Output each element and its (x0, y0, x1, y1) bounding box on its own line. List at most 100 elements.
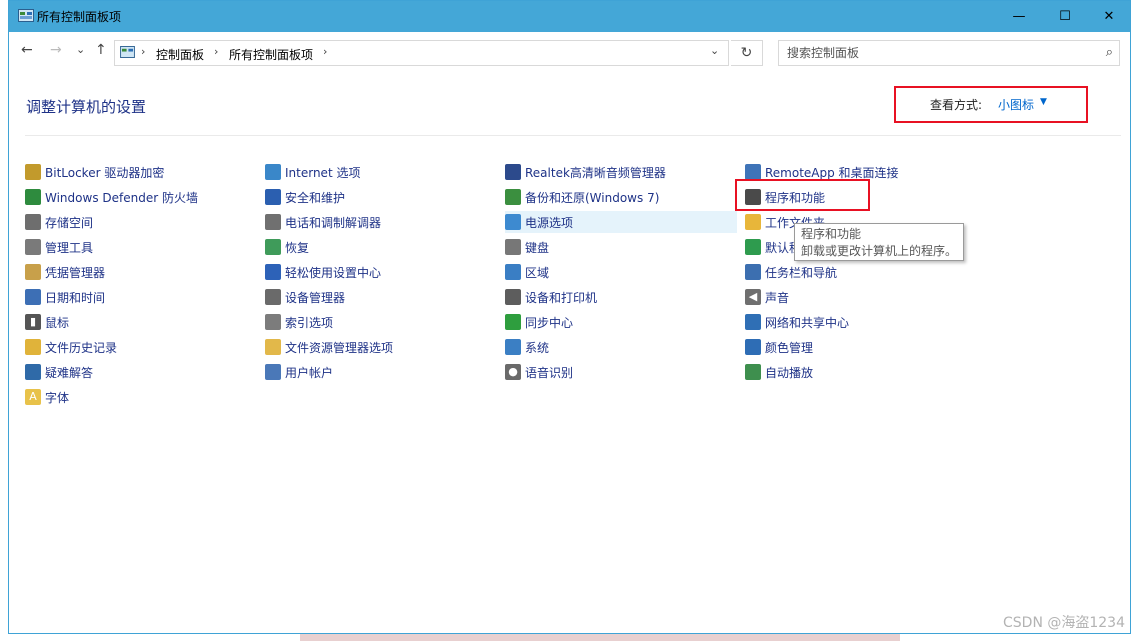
tooltip-description: 卸载或更改计算机上的程序。 (801, 244, 958, 258)
admin-tools-icon (25, 239, 41, 255)
cp-item-recovery[interactable]: 恢复 (265, 236, 309, 258)
refresh-icon: ↻ (740, 45, 753, 61)
cp-item-printer[interactable]: 设备和打印机 (505, 286, 597, 308)
cp-item-internet[interactable]: Internet 选项 (265, 161, 360, 183)
color-management-icon (745, 339, 761, 355)
file-history-icon (25, 339, 41, 355)
cp-item-taskbar[interactable]: 任务栏和导航 (745, 261, 837, 283)
tooltip: 程序和功能 卸载或更改计算机上的程序。 (794, 223, 964, 261)
cp-item-index[interactable]: 索引选项 (265, 311, 333, 333)
window-title: 所有控制面板项 (37, 10, 122, 24)
forward-button[interactable]: → (50, 42, 62, 58)
breadcrumb-separator[interactable]: › (214, 45, 218, 58)
cp-item-audio-manager[interactable]: Realtek高清晰音频管理器 (505, 161, 666, 183)
cp-item-label: Internet 选项 (285, 165, 361, 180)
maximize-button[interactable]: ☐ (1042, 1, 1088, 32)
close-button[interactable]: ✕ (1086, 1, 1132, 32)
cp-item-label: 索引选项 (285, 315, 334, 330)
cp-item-troubleshoot[interactable]: 疑难解答 (25, 361, 93, 383)
users-icon (265, 364, 281, 380)
control-panel-icon (18, 9, 34, 22)
back-button[interactable]: ← (21, 42, 33, 58)
up-button[interactable]: ↑ (95, 42, 107, 58)
cp-item-key-drive[interactable]: BitLocker 驱动器加密 (25, 161, 164, 183)
internet-icon (265, 164, 281, 180)
page-title: 调整计算机的设置 (26, 98, 147, 116)
phone-icon (265, 214, 281, 230)
divider (25, 135, 1121, 136)
system-icon (505, 339, 521, 355)
cp-item-device-manager[interactable]: 设备管理器 (265, 286, 345, 308)
cp-item-label: 区域 (525, 265, 550, 280)
cp-item-label: 设备管理器 (285, 290, 346, 305)
cp-item-system[interactable]: 系统 (505, 336, 549, 358)
minimize-button[interactable]: — (996, 1, 1042, 32)
search-box[interactable]: ⌕ (778, 40, 1120, 66)
refresh-button[interactable]: ↻ (731, 40, 763, 66)
cp-item-color-management[interactable]: 颜色管理 (745, 336, 813, 358)
cp-item-speaker[interactable]: ◀ 声音 (745, 286, 789, 308)
cp-item-label: BitLocker 驱动器加密 (45, 165, 165, 180)
cp-item-font[interactable]: A 字体 (25, 386, 69, 408)
cp-item-autoplay[interactable]: 自动播放 (745, 361, 813, 383)
cp-item-flag[interactable]: 安全和维护 (265, 186, 345, 208)
cp-item-label: 同步中心 (525, 315, 574, 330)
cp-item-keyboard[interactable]: 键盘 (505, 236, 549, 258)
recovery-icon (265, 239, 281, 255)
title-bar[interactable]: 所有控制面板项 — ☐ ✕ (9, 1, 1130, 32)
cp-item-file-history[interactable]: 文件历史记录 (25, 336, 117, 358)
flag-icon (265, 189, 281, 205)
cp-item-credential[interactable]: 凭据管理器 (25, 261, 105, 283)
cp-item-mouse[interactable]: ▮ 鼠标 (25, 311, 69, 333)
cp-item-ease-access[interactable]: 轻松使用设置中心 (265, 261, 381, 283)
breadcrumb-control-panel[interactable]: 控制面板 (156, 46, 204, 63)
cp-item-label: Windows Defender 防火墙 (45, 190, 198, 205)
cp-item-label: 声音 (765, 290, 790, 305)
clock-icon (25, 289, 41, 305)
cp-item-backup[interactable]: 备份和还原(Windows 7) (505, 186, 659, 208)
cp-item-label: 安全和维护 (285, 190, 346, 205)
audio-manager-icon (505, 164, 521, 180)
search-input[interactable] (779, 41, 1087, 65)
cp-item-power[interactable]: 电源选项 (505, 211, 737, 233)
cp-item-label: 存储空间 (45, 215, 94, 230)
cp-item-label: 备份和还原(Windows 7) (525, 190, 660, 205)
search-icon[interactable]: ⌕ (1106, 45, 1113, 60)
key-drive-icon (25, 164, 41, 180)
cp-item-phone[interactable]: 电话和调制解调器 (265, 211, 381, 233)
breadcrumb-separator[interactable]: › (323, 45, 327, 58)
breadcrumb-separator[interactable]: › (141, 45, 145, 58)
cp-item-folder-options[interactable]: 文件资源管理器选项 (265, 336, 393, 358)
control-panel-window: 所有控制面板项 — ☐ ✕ ← → ⌄ ↑ › 控制面板 › 所有控制面板项 ›… (8, 0, 1131, 634)
cp-item-label: 字体 (45, 390, 70, 405)
device-manager-icon (265, 289, 281, 305)
cp-item-clock[interactable]: 日期和时间 (25, 286, 105, 308)
address-bar[interactable]: › 控制面板 › 所有控制面板项 › ⌄ (114, 40, 729, 66)
autoplay-icon (745, 364, 761, 380)
firewall-icon (25, 189, 41, 205)
cp-item-users[interactable]: 用户帐户 (265, 361, 333, 383)
remoteapp-icon (745, 164, 761, 180)
cp-item-sync[interactable]: 同步中心 (505, 311, 573, 333)
ease-access-icon (265, 264, 281, 280)
recent-locations-button[interactable]: ⌄ (76, 43, 85, 56)
credential-icon (25, 264, 41, 280)
breadcrumb-all-items[interactable]: 所有控制面板项 (229, 46, 313, 63)
control-panel-icon (120, 46, 135, 58)
mouse-icon: ▮ (25, 314, 41, 330)
backup-icon (505, 189, 521, 205)
cp-item-label: 鼠标 (45, 315, 70, 330)
speaker-icon: ◀ (745, 289, 761, 305)
address-history-dropdown[interactable]: ⌄ (710, 44, 719, 57)
cp-item-firewall[interactable]: Windows Defender 防火墙 (25, 186, 198, 208)
cp-item-admin-tools[interactable]: 管理工具 (25, 236, 93, 258)
cp-item-label: 系统 (525, 340, 550, 355)
cp-item-network[interactable]: 网络和共享中心 (745, 311, 849, 333)
cp-item-storage[interactable]: 存储空间 (25, 211, 93, 233)
cp-item-region[interactable]: 区域 (505, 261, 549, 283)
troubleshoot-icon (25, 364, 41, 380)
cp-item-label: RemoteApp 和桌面连接 (765, 165, 899, 180)
folder-options-icon (265, 339, 281, 355)
watermark: CSDN @海盗1234 (1003, 615, 1125, 631)
cp-item-microphone[interactable]: ● 语音识别 (505, 361, 573, 383)
